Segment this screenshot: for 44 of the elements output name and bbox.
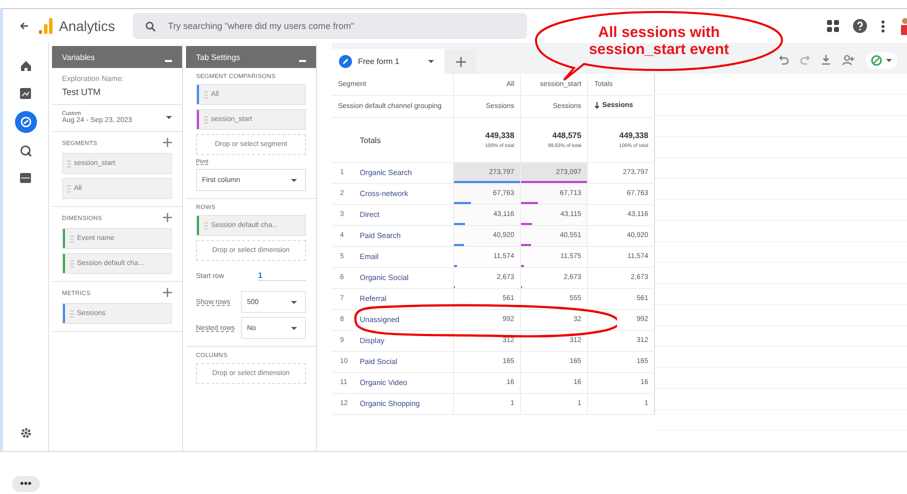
- exploration-name[interactable]: Test UTM: [62, 87, 172, 97]
- add-tab-button[interactable]: [446, 50, 476, 74]
- more-button[interactable]: •••: [12, 476, 40, 492]
- drag-handle-icon[interactable]: [70, 234, 74, 242]
- undo-icon[interactable]: [779, 55, 789, 65]
- panel-title: Variables: [62, 52, 95, 62]
- bar-chart-logo-icon: [39, 18, 53, 34]
- drag-handle-icon[interactable]: [67, 160, 71, 168]
- start-row-field[interactable]: 1: [258, 271, 306, 281]
- plus-icon[interactable]: [163, 213, 172, 224]
- pencil-icon: [339, 55, 352, 68]
- back-icon[interactable]: [19, 21, 29, 31]
- explore-nav-icon[interactable]: [14, 111, 36, 133]
- more-vert-icon[interactable]: [881, 20, 885, 32]
- plus-icon: [456, 57, 466, 67]
- total-value: 449,338: [484, 131, 514, 140]
- search-icon: [145, 20, 156, 32]
- apps-grid-icon[interactable]: [827, 20, 839, 32]
- plus-icon[interactable]: [163, 138, 172, 149]
- settings-icon[interactable]: [20, 427, 32, 439]
- total-value: 448,575: [551, 131, 582, 140]
- sort-arrow-icon[interactable]: [594, 102, 600, 109]
- status-dropdown[interactable]: [866, 52, 897, 68]
- check-circle-icon: [871, 54, 882, 66]
- avatar-icon[interactable]: [899, 17, 907, 35]
- drag-handle-icon[interactable]: [204, 222, 208, 230]
- total-value: 449,338: [618, 131, 648, 140]
- drag-handle-icon[interactable]: [204, 116, 208, 124]
- download-icon[interactable]: [821, 55, 831, 65]
- callout-text: All sessions with session_start event: [588, 24, 730, 58]
- drag-handle-icon[interactable]: [70, 260, 74, 268]
- panel-title: Tab Settings: [196, 52, 240, 62]
- exploration-tab[interactable]: Free form 1: [332, 49, 444, 74]
- app-title: Analytics: [59, 18, 116, 34]
- search-field[interactable]: Try searching "where did my users come from": [133, 13, 528, 39]
- add-person-icon[interactable]: [842, 55, 855, 65]
- help-icon[interactable]: [853, 19, 867, 33]
- plus-icon[interactable]: [163, 288, 172, 299]
- drag-handle-icon[interactable]: [204, 90, 208, 98]
- search-input[interactable]: Try searching "where did my users come from": [166, 20, 516, 32]
- caret-icon[interactable]: [166, 116, 172, 119]
- drag-handle-icon[interactable]: [67, 184, 71, 192]
- totals-label: Totals: [360, 136, 381, 144]
- drag-handle-icon[interactable]: [70, 310, 74, 318]
